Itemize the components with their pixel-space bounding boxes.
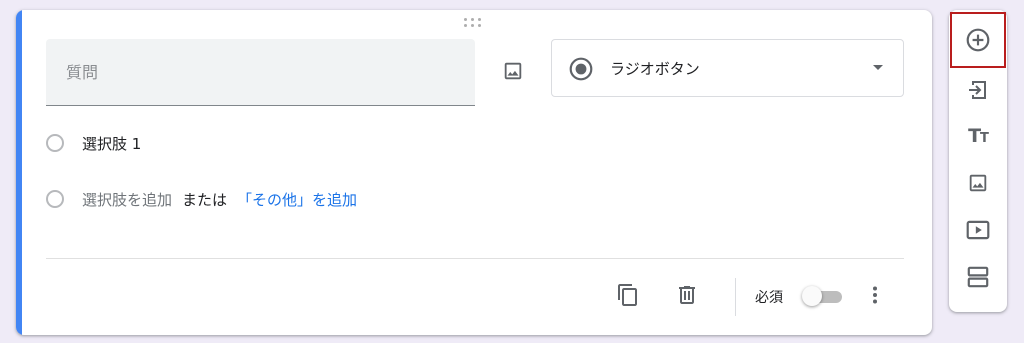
toggle-thumb <box>802 286 822 306</box>
video-icon <box>966 220 990 240</box>
add-image-toolbar-button[interactable] <box>949 163 1007 203</box>
required-toggle[interactable] <box>802 284 846 308</box>
question-input[interactable] <box>46 39 475 105</box>
image-icon <box>969 174 987 192</box>
question-type-dropdown[interactable]: ラジオボタン <box>551 39 904 97</box>
trash-icon <box>679 286 695 304</box>
side-toolbar: TT <box>949 10 1007 312</box>
option-radio-icon <box>46 134 64 152</box>
question-type-label: ラジオボタン <box>610 60 700 78</box>
chevron-down-icon <box>873 65 883 70</box>
delete-button[interactable] <box>673 281 701 309</box>
or-text: または <box>182 190 228 209</box>
question-title-field[interactable] <box>46 39 475 106</box>
drag-handle-icon[interactable] <box>464 18 486 30</box>
add-other-link[interactable]: 「その他」を追加 <box>237 189 357 210</box>
add-section-button[interactable] <box>949 257 1007 297</box>
import-questions-button[interactable] <box>949 70 1007 110</box>
import-icon <box>969 81 986 99</box>
plus-circle-icon <box>966 28 990 52</box>
radio-button-checked-icon <box>569 57 593 81</box>
add-title-button[interactable]: TT <box>949 116 1007 156</box>
add-option-row: 選択肢を追加 または 「その他」を追加 <box>46 188 357 210</box>
option-radio-icon <box>46 190 64 208</box>
add-question-button[interactable] <box>950 12 1006 68</box>
copy-icon <box>618 284 637 306</box>
image-icon <box>504 62 522 80</box>
add-image-button[interactable] <box>496 54 530 88</box>
option-label[interactable]: 選択肢 1 <box>82 133 141 154</box>
add-video-button[interactable] <box>949 210 1007 250</box>
card-focus-accent <box>16 10 22 335</box>
more-vert-icon <box>873 286 877 304</box>
option-row-1: 選択肢 1 <box>46 132 141 154</box>
title-tt-icon: TT <box>968 125 989 147</box>
footer-divider <box>46 258 904 259</box>
more-options-button[interactable] <box>861 281 889 309</box>
section-icon <box>967 266 989 288</box>
footer-separator <box>735 278 736 316</box>
duplicate-button[interactable] <box>614 281 642 309</box>
add-option-button[interactable]: 選択肢を追加 <box>82 189 172 210</box>
required-label: 必須 <box>755 290 783 306</box>
question-card[interactable]: ラジオボタン 選択肢 1 選択肢を追加 または 「その他」を追加 必須 <box>16 10 932 335</box>
